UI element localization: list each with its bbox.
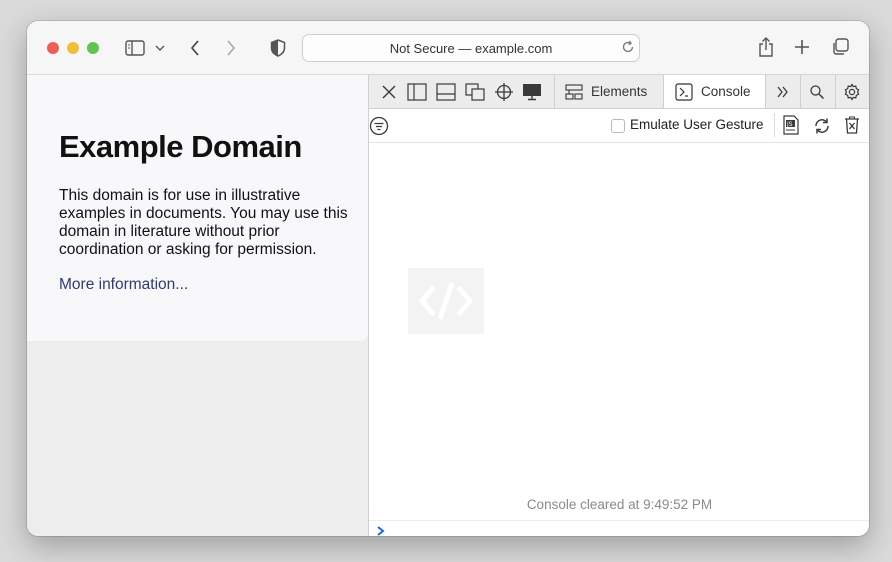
devtools-tabbar: Elements Console (369, 75, 869, 109)
prompt-chevron-icon (376, 524, 386, 536)
target-icon[interactable] (493, 81, 515, 103)
emulate-user-gesture-checkbox[interactable] (611, 119, 625, 133)
js-source-icon[interactable]: JS (781, 115, 801, 135)
browser-window: Not Secure — example.com Example Domain … (27, 21, 869, 536)
tab-console[interactable]: Console (663, 75, 766, 108)
dock-bottom-icon[interactable] (435, 81, 457, 103)
close-window-button[interactable] (47, 42, 59, 54)
shield-icon[interactable] (269, 38, 287, 58)
reload-icon[interactable] (621, 40, 635, 57)
share-icon[interactable] (756, 36, 776, 58)
filter-divider (774, 113, 775, 137)
tab-elements[interactable]: Elements (565, 75, 661, 108)
console-icon (675, 82, 693, 101)
tabbar-divider-3 (835, 75, 836, 108)
search-icon[interactable] (806, 81, 828, 103)
filter-icon[interactable] (369, 116, 389, 136)
overflow-icon[interactable] (772, 81, 794, 103)
more-information-link[interactable]: More information... (59, 276, 188, 294)
undock-icon[interactable] (464, 81, 486, 103)
minimize-window-button[interactable] (67, 42, 79, 54)
console-filter-bar: Emulate User Gesture JS (369, 109, 869, 143)
clear-console-icon[interactable] (842, 115, 862, 135)
svg-text:JS: JS (786, 121, 793, 128)
code-placeholder-icon (408, 268, 484, 334)
close-icon[interactable] (378, 81, 400, 103)
back-icon[interactable] (187, 38, 203, 58)
device-icon[interactable] (521, 81, 543, 103)
forward-icon[interactable] (223, 38, 239, 58)
console-cleared-message: Console cleared at 9:49:52 PM (526, 497, 713, 512)
page-card: Example Domain This domain is for use in… (27, 75, 368, 341)
new-tab-icon[interactable] (793, 38, 811, 56)
chevron-down-icon[interactable] (154, 42, 166, 54)
web-content: Example Domain This domain is for use in… (27, 75, 368, 536)
address-text: Not Secure — example.com (389, 40, 553, 56)
reload-icon[interactable] (811, 115, 833, 137)
elements-icon (565, 83, 583, 100)
dock-left-icon[interactable] (406, 81, 428, 103)
tab-console-label: Console (701, 84, 751, 99)
zoom-window-button[interactable] (87, 42, 99, 54)
settings-icon[interactable] (841, 81, 863, 103)
emulate-user-gesture-label: Emulate User Gesture (630, 117, 764, 132)
tab-overview-icon[interactable] (830, 37, 850, 57)
tabbar-divider-2 (800, 75, 801, 108)
browser-toolbar: Not Secure — example.com (27, 21, 869, 75)
page-body-text: This domain is for use in illustrative e… (59, 187, 348, 258)
page-title: Example Domain (59, 129, 302, 164)
devtools-panel: Elements Console Emulate User Gesture JS… (368, 75, 869, 536)
sidebar-icon[interactable] (124, 38, 146, 58)
console-input[interactable] (369, 520, 869, 536)
address-bar[interactable]: Not Secure — example.com (302, 34, 640, 62)
tab-elements-label: Elements (591, 84, 648, 99)
tabbar-divider (554, 75, 555, 108)
